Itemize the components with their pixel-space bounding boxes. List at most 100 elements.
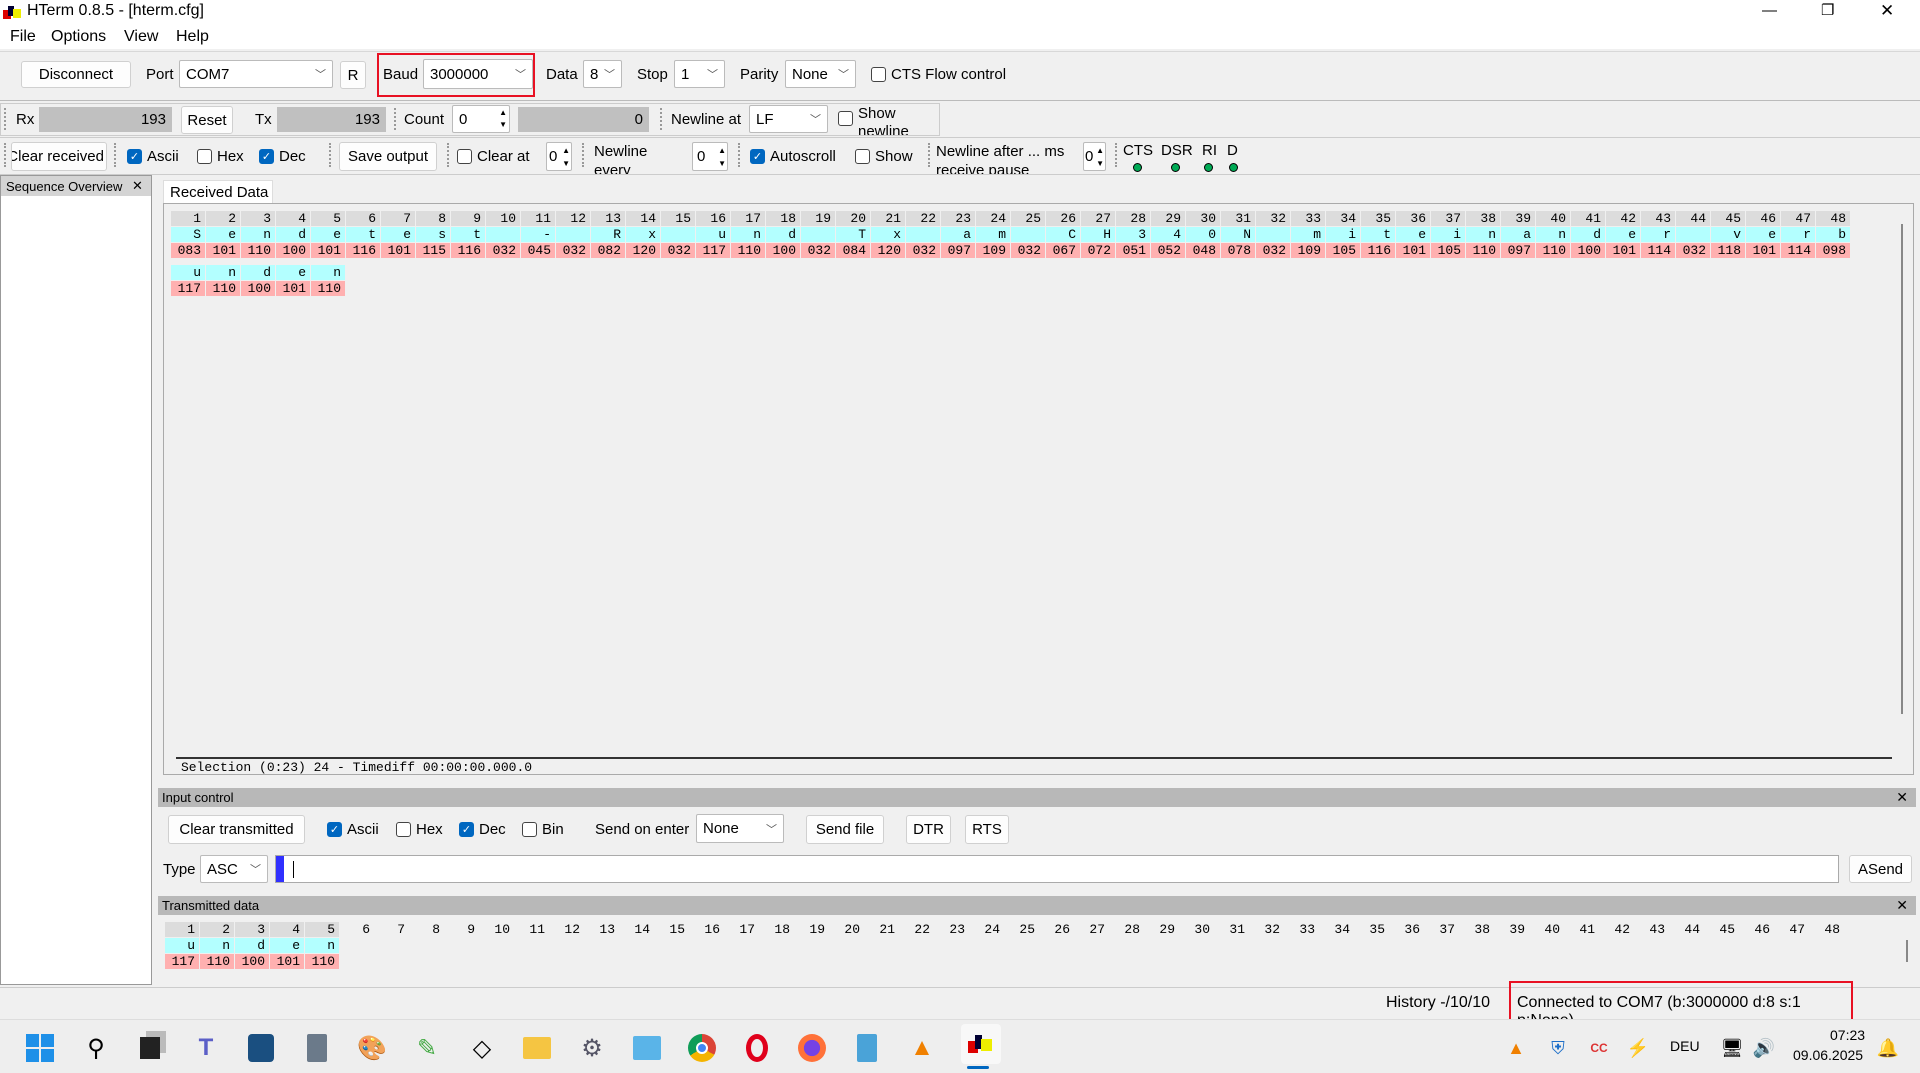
byte-dec[interactable]: 101 <box>381 243 415 258</box>
byte-dec[interactable]: 110 <box>731 243 765 258</box>
byte-index[interactable]: 47 <box>1775 922 1809 937</box>
byte-dec[interactable]: 045 <box>521 243 555 258</box>
tab-received-data[interactable]: Received Data <box>163 180 273 203</box>
byte-ascii[interactable] <box>1676 227 1710 242</box>
byte-dec[interactable]: 082 <box>591 243 625 258</box>
data-bits-select[interactable]: 8 ﹀ <box>583 60 622 88</box>
byte-index[interactable]: 3 <box>241 211 275 226</box>
byte-dec[interactable]: 072 <box>1081 243 1115 258</box>
byte-index[interactable]: 40 <box>1536 211 1570 226</box>
byte-index[interactable]: 34 <box>1320 922 1354 937</box>
task-view-icon[interactable] <box>134 1032 166 1064</box>
rx-dec-checkbox[interactable]: ✓ Dec <box>259 148 306 165</box>
type-select[interactable]: ASC ﹀ <box>200 855 268 883</box>
byte-index[interactable]: 39 <box>1495 922 1529 937</box>
byte-index[interactable]: 6 <box>340 922 374 937</box>
byte-ascii[interactable]: u <box>171 265 205 280</box>
byte-dec[interactable]: 052 <box>1151 243 1185 258</box>
close-icon[interactable]: ✕ <box>1896 788 1908 807</box>
byte-ascii[interactable]: N <box>1221 227 1255 242</box>
newline-at-select[interactable]: LF ﹀ <box>749 105 828 133</box>
byte-index[interactable]: 40 <box>1530 922 1564 937</box>
byte-index[interactable]: 10 <box>480 922 514 937</box>
byte-dec[interactable]: 032 <box>661 243 695 258</box>
rts-button[interactable]: RTS <box>965 815 1009 844</box>
menu-view[interactable]: View <box>124 28 158 46</box>
byte-dec[interactable]: 101 <box>1396 243 1430 258</box>
byte-index[interactable]: 48 <box>1816 211 1850 226</box>
byte-ascii[interactable]: m <box>976 227 1010 242</box>
byte-index[interactable]: 8 <box>410 922 444 937</box>
received-data-area[interactable]: 1 2 3 4 5 6 7 8 9 10 11 12 13 14 15 16 17 18 19 20 21 22 23 24 2… <box>163 203 1914 775</box>
byte-ascii[interactable]: S <box>171 227 205 242</box>
byte-dec[interactable]: 105 <box>1431 243 1465 258</box>
network-icon[interactable]: 🖥 <box>1716 1032 1748 1064</box>
byte-dec[interactable]: 101 <box>1606 243 1640 258</box>
byte-dec[interactable]: 051 <box>1116 243 1150 258</box>
baud-select[interactable]: 3000000 ﹀ <box>423 59 533 89</box>
byte-ascii[interactable]: t <box>346 227 380 242</box>
byte-dec[interactable]: 110 <box>206 281 240 296</box>
byte-ascii[interactable]: e <box>206 227 240 242</box>
byte-index[interactable]: 19 <box>795 922 829 937</box>
send-input[interactable] <box>275 855 1839 883</box>
notepadpp-icon[interactable]: ✎ <box>411 1032 443 1064</box>
byte-index[interactable]: 10 <box>486 211 520 226</box>
byte-index[interactable]: 45 <box>1705 922 1739 937</box>
byte-dec[interactable]: 048 <box>1186 243 1220 258</box>
byte-ascii[interactable]: a <box>1501 227 1535 242</box>
byte-ascii[interactable] <box>486 227 520 242</box>
byte-index[interactable]: 15 <box>655 922 689 937</box>
byte-index[interactable]: 2 <box>200 922 234 937</box>
byte-index[interactable]: 3 <box>235 922 269 937</box>
opera-icon[interactable] <box>741 1032 773 1064</box>
clear-at-checkbox[interactable]: Clear at <box>457 148 530 165</box>
byte-ascii[interactable]: b <box>1816 227 1850 242</box>
byte-dec[interactable]: 078 <box>1221 243 1255 258</box>
byte-dec[interactable]: 105 <box>1326 243 1360 258</box>
byte-index[interactable]: 25 <box>1011 211 1045 226</box>
byte-dec[interactable]: 100 <box>1571 243 1605 258</box>
byte-index[interactable]: 29 <box>1151 211 1185 226</box>
count-stepper[interactable]: 0 ▲ ▼ <box>452 105 510 133</box>
clear-transmitted-button[interactable]: Clear transmitted <box>168 815 305 844</box>
byte-index[interactable]: 7 <box>375 922 409 937</box>
byte-index[interactable]: 2 <box>206 211 240 226</box>
byte-index[interactable]: 44 <box>1670 922 1704 937</box>
start-icon[interactable] <box>24 1032 56 1064</box>
byte-index[interactable]: 37 <box>1425 922 1459 937</box>
byte-ascii[interactable]: n <box>200 938 234 953</box>
byte-index[interactable]: 16 <box>690 922 724 937</box>
byte-ascii[interactable]: H <box>1081 227 1115 242</box>
byte-ascii[interactable]: R <box>591 227 625 242</box>
byte-dec[interactable]: 032 <box>906 243 940 258</box>
transmitted-scrollbar[interactable] <box>1906 940 1908 962</box>
byte-ascii[interactable]: 0 <box>1186 227 1220 242</box>
byte-ascii[interactable]: d <box>241 265 275 280</box>
byte-index[interactable]: 14 <box>620 922 654 937</box>
byte-index[interactable]: 33 <box>1285 922 1319 937</box>
byte-index[interactable]: 1 <box>165 922 199 937</box>
byte-ascii[interactable] <box>801 227 835 242</box>
byte-dec[interactable]: 110 <box>1466 243 1500 258</box>
byte-index[interactable]: 15 <box>661 211 695 226</box>
byte-dec[interactable]: 109 <box>976 243 1010 258</box>
ccleaner-tray-icon[interactable]: CC <box>1583 1032 1615 1064</box>
byte-dec[interactable]: 101 <box>276 281 310 296</box>
byte-index[interactable]: 38 <box>1466 211 1500 226</box>
byte-ascii[interactable]: n <box>1536 227 1570 242</box>
newline-after-stepper[interactable]: 0 ▲ ▼ <box>1083 142 1106 171</box>
byte-ascii[interactable]: u <box>696 227 730 242</box>
rx-hex-checkbox[interactable]: Hex <box>197 148 244 165</box>
drawing-app-icon[interactable]: ◇ <box>466 1032 498 1064</box>
byte-dec[interactable]: 083 <box>171 243 205 258</box>
byte-index[interactable]: 26 <box>1040 922 1074 937</box>
byte-index[interactable]: 42 <box>1606 211 1640 226</box>
byte-index[interactable]: 48 <box>1810 922 1844 937</box>
save-output-button[interactable]: Save output <box>339 142 437 171</box>
byte-dec[interactable]: 118 <box>1711 243 1745 258</box>
byte-ascii[interactable]: n <box>731 227 765 242</box>
byte-ascii[interactable]: C <box>1046 227 1080 242</box>
close-icon[interactable]: ✕ <box>132 178 143 194</box>
byte-index[interactable]: 6 <box>346 211 380 226</box>
